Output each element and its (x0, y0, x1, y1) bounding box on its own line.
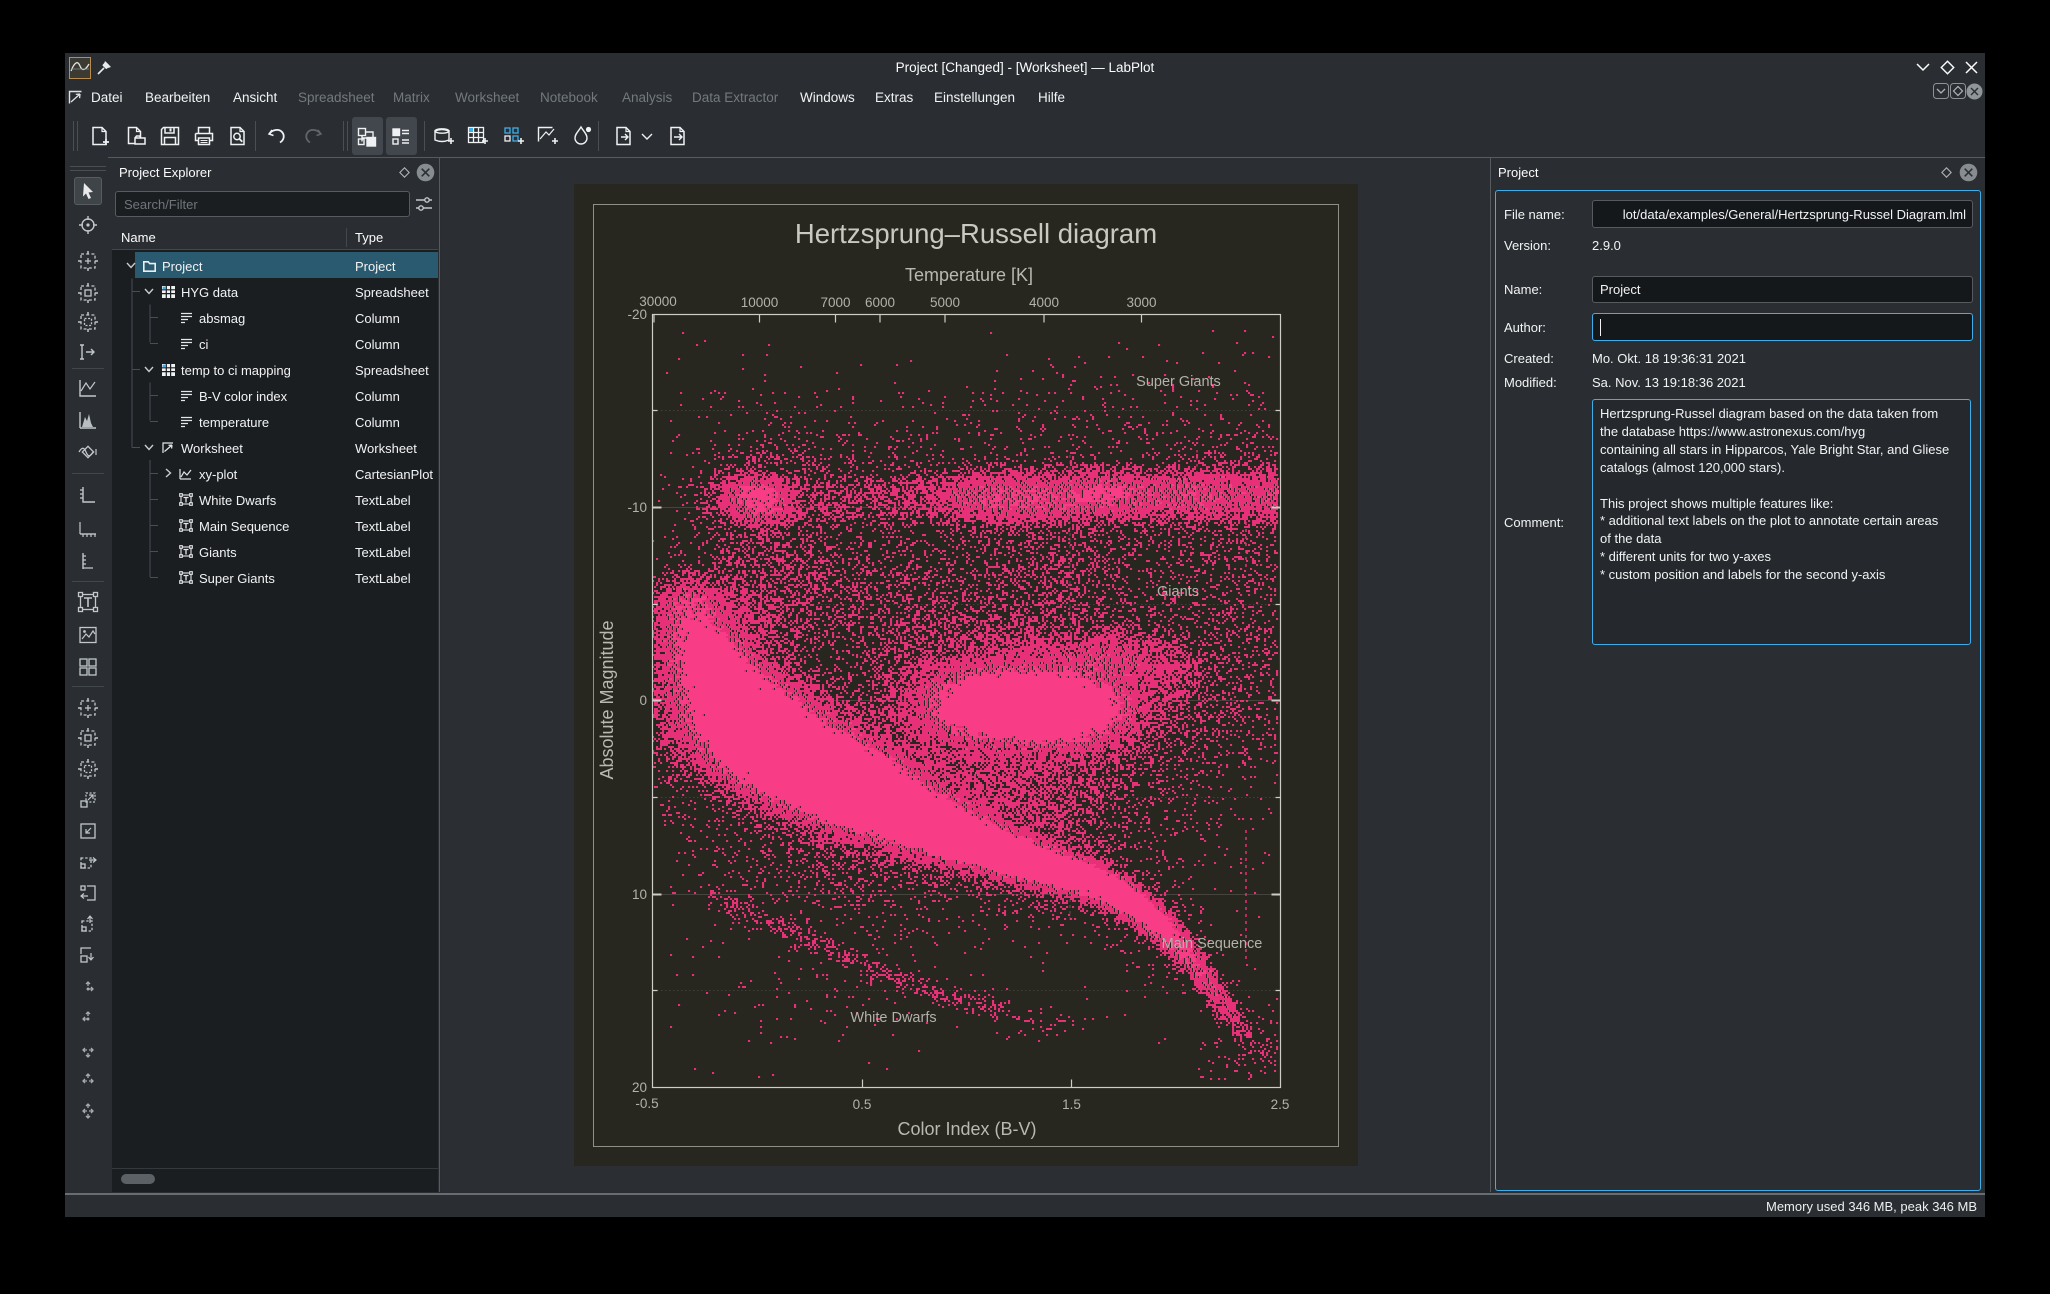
svg-text:10: 10 (632, 887, 647, 902)
svg-text:-0.5: -0.5 (635, 1096, 658, 1111)
svg-text:White Dwarfs: White Dwarfs (850, 1010, 936, 1026)
svg-text:Color Index (B-V): Color Index (B-V) (897, 1119, 1036, 1139)
svg-text:Hertzsprung–Russell diagram: Hertzsprung–Russell diagram (795, 218, 1157, 249)
svg-text:5000: 5000 (930, 295, 960, 310)
svg-text:0.5: 0.5 (853, 1097, 872, 1112)
svg-text:0: 0 (639, 693, 647, 708)
svg-text:Temperature [K]: Temperature [K] (905, 265, 1033, 285)
svg-text:Absolute Magnitude: Absolute Magnitude (597, 620, 617, 779)
svg-text:7000: 7000 (820, 295, 850, 310)
svg-text:3000: 3000 (1126, 295, 1156, 310)
svg-text:1.5: 1.5 (1062, 1097, 1081, 1112)
svg-text:Giants: Giants (1157, 584, 1199, 600)
svg-text:Main Sequence: Main Sequence (1162, 936, 1263, 952)
svg-text:-10: -10 (627, 500, 647, 515)
svg-text:20: 20 (632, 1080, 647, 1095)
svg-text:6000: 6000 (865, 295, 895, 310)
svg-text:4000: 4000 (1029, 295, 1059, 310)
svg-text:-20: -20 (627, 307, 647, 322)
svg-text:2.5: 2.5 (1271, 1097, 1290, 1112)
svg-text:10000: 10000 (741, 295, 779, 310)
svg-text:Super Giants: Super Giants (1136, 374, 1221, 390)
